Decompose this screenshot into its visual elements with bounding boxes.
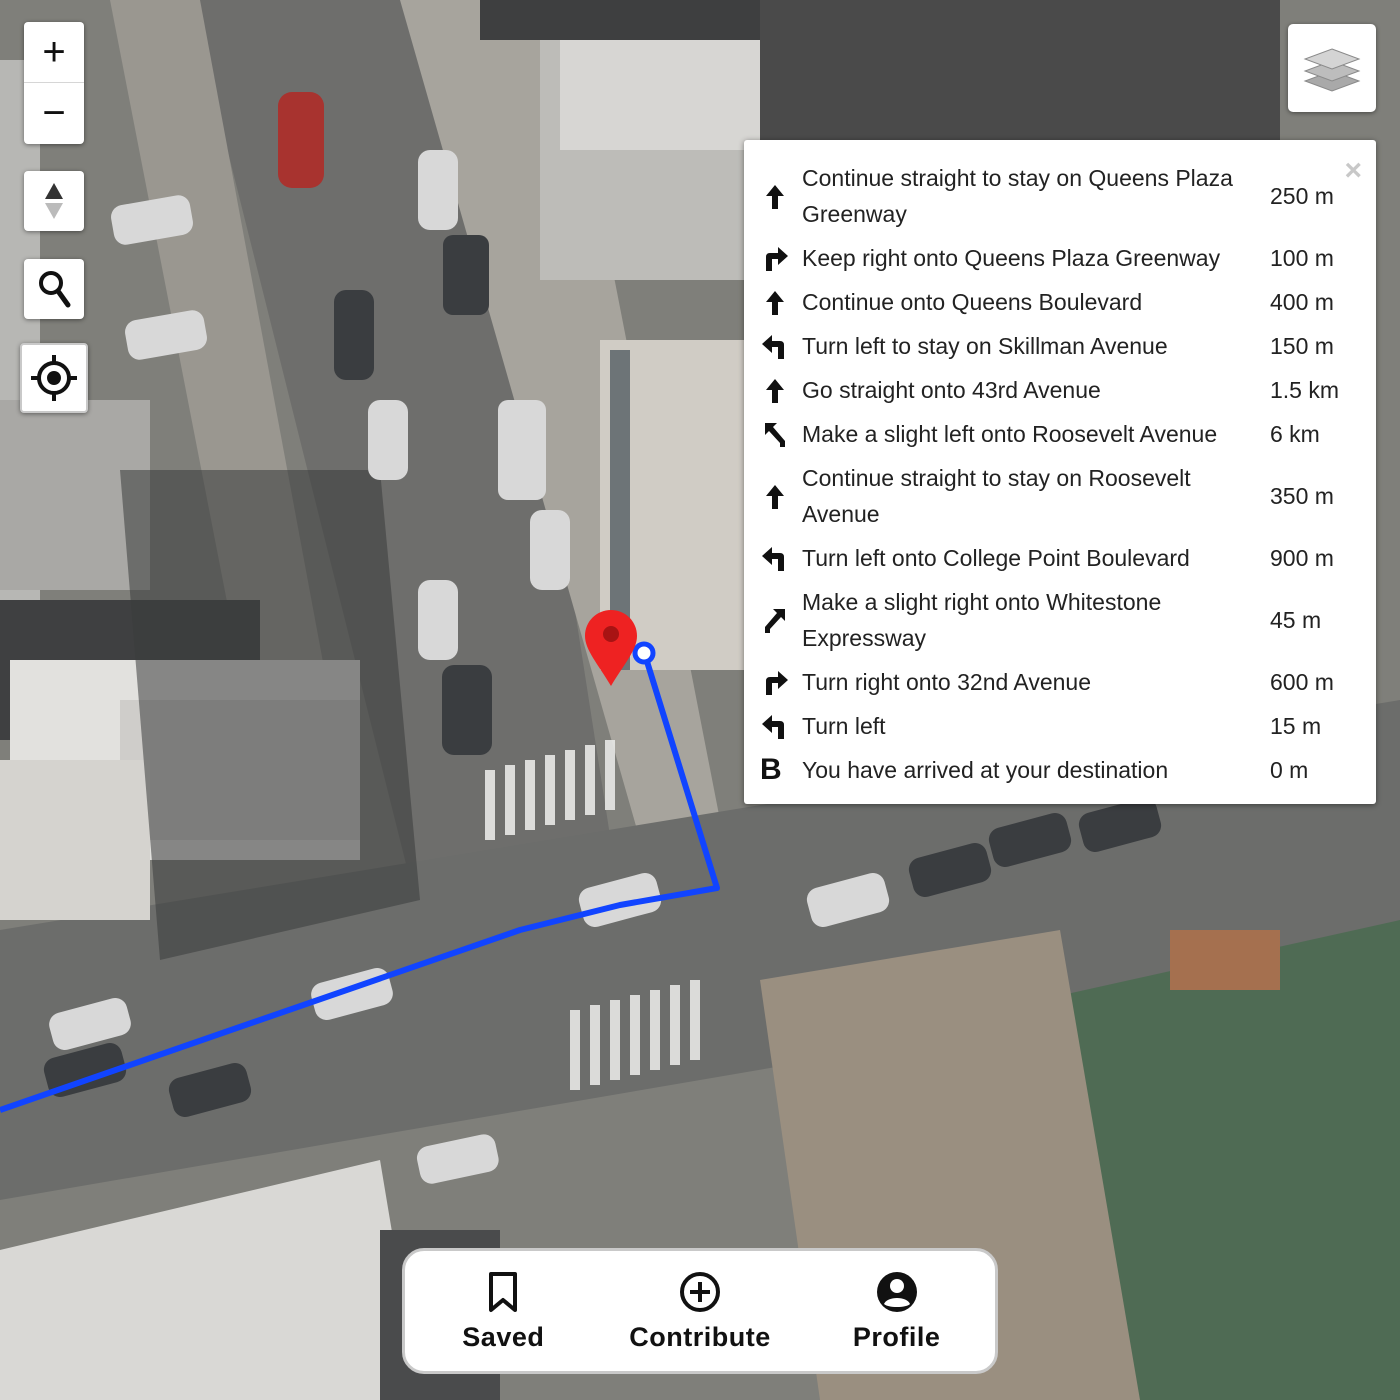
destination-b-icon: B [760,753,782,786]
directions-list: Continue straight to stay on Queens Plaz… [760,156,1370,792]
slight-right-icon [765,609,785,633]
direction-step-icon-cell [760,660,802,704]
direction-step[interactable]: Turn left onto College Point Boulevard 90… [760,536,1370,580]
directions-panel: × Continue straight to stay on Queens Pl… [744,140,1376,804]
direction-step-icon-cell: B [760,748,802,792]
direction-step-distance: 350 m [1270,483,1334,509]
direction-step-distance: 600 m [1270,669,1334,695]
direction-step[interactable]: Make a slight right onto Whitestone Expr… [760,580,1370,660]
direction-step-distance: 900 m [1270,545,1334,571]
direction-step-distance: 1.5 km [1270,377,1340,403]
zoom-control: + − [24,22,84,144]
direction-step-text: Make a slight right onto Whitestone Expr… [802,589,1162,651]
direction-step-distance: 150 m [1270,333,1334,359]
direction-step-text: Turn right onto 32nd Avenue [802,669,1091,695]
direction-step-distance: 0 m [1270,757,1309,783]
turn-left-icon [762,335,784,359]
search-button[interactable] [24,259,84,319]
direction-step-text: Turn left to stay on Skillman Avenue [802,333,1168,359]
direction-step-icon-cell [760,368,802,412]
direction-step[interactable]: Continue onto Queens Boulevard 400 m [760,280,1370,324]
straight-arrow-icon [766,485,784,509]
direction-step-text: Turn left onto College Point Boulevard [802,545,1190,571]
search-icon [39,271,71,308]
direction-step-text: Turn left [802,713,886,739]
zoom-in-button[interactable]: + [24,22,84,83]
direction-step-text: You have arrived at your destination [802,757,1169,783]
straight-arrow-icon [766,185,784,209]
direction-step-icon-cell [760,412,802,456]
nav-profile[interactable]: Profile [802,1270,992,1353]
add-circle-icon [679,1271,720,1312]
nav-contribute-label: Contribute [629,1321,771,1352]
direction-step[interactable]: Keep right onto Queens Plaza Greenway 100… [760,236,1370,280]
direction-step[interactable]: Make a slight left onto Roosevelt Avenue… [760,412,1370,456]
compass-button[interactable] [24,171,84,231]
direction-step-text: Keep right onto Queens Plaza Greenway [802,245,1221,271]
direction-step-text: Continue straight to stay on Queens Plaz… [802,165,1233,227]
crosshair-target-icon [31,355,77,401]
direction-step-distance: 100 m [1270,245,1334,271]
nav-saved[interactable]: Saved [408,1270,598,1353]
route-end-point [632,641,656,665]
close-directions-button[interactable]: × [1344,156,1362,186]
direction-step[interactable]: B You have arrived at your destination 0 m [760,748,1370,792]
direction-step-icon-cell [760,236,802,280]
direction-step-icon-cell [760,536,802,580]
direction-step-icon-cell [760,456,802,536]
straight-arrow-icon [766,379,784,403]
direction-step[interactable]: Turn left 15 m [760,704,1370,748]
direction-step-icon-cell [760,580,802,660]
direction-step-text: Make a slight left onto Roosevelt Avenue [802,421,1218,447]
direction-step-distance: 6 km [1270,421,1320,447]
turn-right-icon [766,671,788,695]
direction-step-icon-cell [760,156,802,236]
direction-step[interactable]: Turn right onto 32nd Avenue 600 m [760,660,1370,704]
direction-step[interactable]: Go straight onto 43rd Avenue 1.5 km [760,368,1370,412]
direction-step-text: Continue onto Queens Boulevard [802,289,1143,315]
nav-profile-label: Profile [852,1321,941,1352]
turn-left-icon [762,715,784,739]
compass-icon [45,183,63,219]
nav-contribute[interactable]: Contribute [605,1270,795,1353]
direction-step[interactable]: Continue straight to stay on Queens Plaz… [760,156,1370,236]
direction-step-distance: 45 m [1270,607,1322,633]
direction-step-icon-cell [760,704,802,748]
map-layers-button[interactable] [1288,24,1376,112]
direction-step-distance: 15 m [1270,713,1322,739]
bookmark-icon [489,1271,518,1312]
slight-left-icon [765,423,785,447]
turn-right-icon [766,247,788,271]
straight-arrow-icon [766,291,784,315]
direction-step-text: Continue straight to stay on Roosevelt A… [802,465,1191,527]
turn-left-icon [762,547,784,571]
nav-saved-label: Saved [462,1321,545,1352]
direction-step-text: Go straight onto 43rd Avenue [802,377,1101,403]
direction-step[interactable]: Turn left to stay on Skillman Avenue 150 … [760,324,1370,368]
layers-icon [1303,48,1361,92]
bottom-navigation: Saved Contribute Profile [402,1248,998,1374]
direction-step-icon-cell [760,324,802,368]
direction-step[interactable]: Continue straight to stay on Roosevelt A… [760,456,1370,536]
direction-step-icon-cell [760,280,802,324]
zoom-out-button[interactable]: − [24,83,84,144]
user-profile-icon [876,1271,917,1312]
locate-me-button[interactable] [20,343,88,413]
direction-step-distance: 400 m [1270,289,1334,315]
